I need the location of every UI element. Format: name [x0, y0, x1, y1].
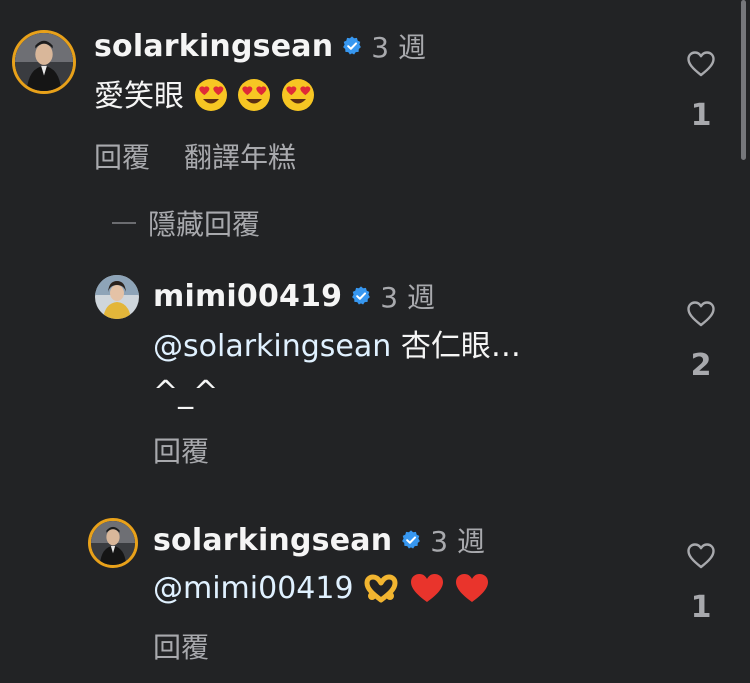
heart-eyes-emoji [194, 78, 228, 126]
avatar[interactable] [95, 275, 139, 319]
hide-replies-label: 隱藏回覆 [148, 208, 261, 241]
like-area: 1 [671, 542, 731, 625]
reply-button[interactable]: 回覆 [153, 430, 209, 470]
heart-eyes-emoji [237, 78, 271, 126]
verified-badge-icon [402, 530, 421, 549]
like-count: 1 [690, 98, 712, 133]
comment-body: 愛笑眼 [94, 79, 184, 114]
verified-badge-icon [343, 36, 362, 55]
reply-comment: mimi00419 3 週 @solarkingsean 杏仁眼… ^_^ 回覆… [0, 258, 750, 478]
comment: solarkingsean 3 週 愛笑眼 回覆 翻譯年糕 1 [0, 0, 750, 200]
avatar-image [15, 33, 73, 91]
username[interactable]: solarkingsean [153, 523, 392, 558]
reply-comment: solarkingsean 3 週 @mimi00419 回覆 1 [0, 500, 750, 683]
heart-hands-emoji [363, 572, 399, 618]
translate-button[interactable]: 翻譯年糕 [184, 136, 296, 176]
like-count: 1 [690, 590, 712, 625]
username[interactable]: mimi00419 [153, 279, 342, 314]
heart-icon[interactable] [686, 300, 716, 328]
timestamp: 3 週 [371, 31, 426, 64]
username[interactable]: solarkingsean [94, 29, 333, 64]
comment-text: 愛笑眼 [94, 74, 315, 126]
avatar-image [95, 275, 139, 319]
like-area: 1 [671, 50, 731, 133]
red-heart-emoji [409, 572, 445, 618]
comment-text: @solarkingsean 杏仁眼… [153, 324, 521, 370]
timestamp: 3 週 [380, 281, 435, 314]
red-heart-emoji [454, 572, 490, 618]
like-count: 2 [690, 348, 712, 383]
heart-eyes-emoji [281, 78, 315, 126]
mention-link[interactable]: @solarkingsean [153, 329, 391, 364]
comment-text-line2: ^_^ [153, 375, 219, 410]
reply-button[interactable]: 回覆 [153, 626, 209, 666]
avatar-image [91, 521, 135, 565]
like-area: 2 [671, 300, 731, 383]
divider [112, 222, 136, 224]
avatar[interactable] [12, 30, 76, 94]
reply-button[interactable]: 回覆 [94, 136, 150, 176]
mention-link[interactable]: @mimi00419 [153, 571, 354, 606]
comment-body: 杏仁眼… [400, 329, 521, 364]
hide-replies-button[interactable]: 隱藏回覆 [112, 203, 260, 243]
avatar[interactable] [88, 518, 138, 568]
heart-icon[interactable] [686, 542, 716, 570]
heart-icon[interactable] [686, 50, 716, 78]
verified-badge-icon [352, 286, 371, 305]
comment-text: @mimi00419 [153, 566, 490, 618]
timestamp: 3 週 [430, 525, 485, 558]
